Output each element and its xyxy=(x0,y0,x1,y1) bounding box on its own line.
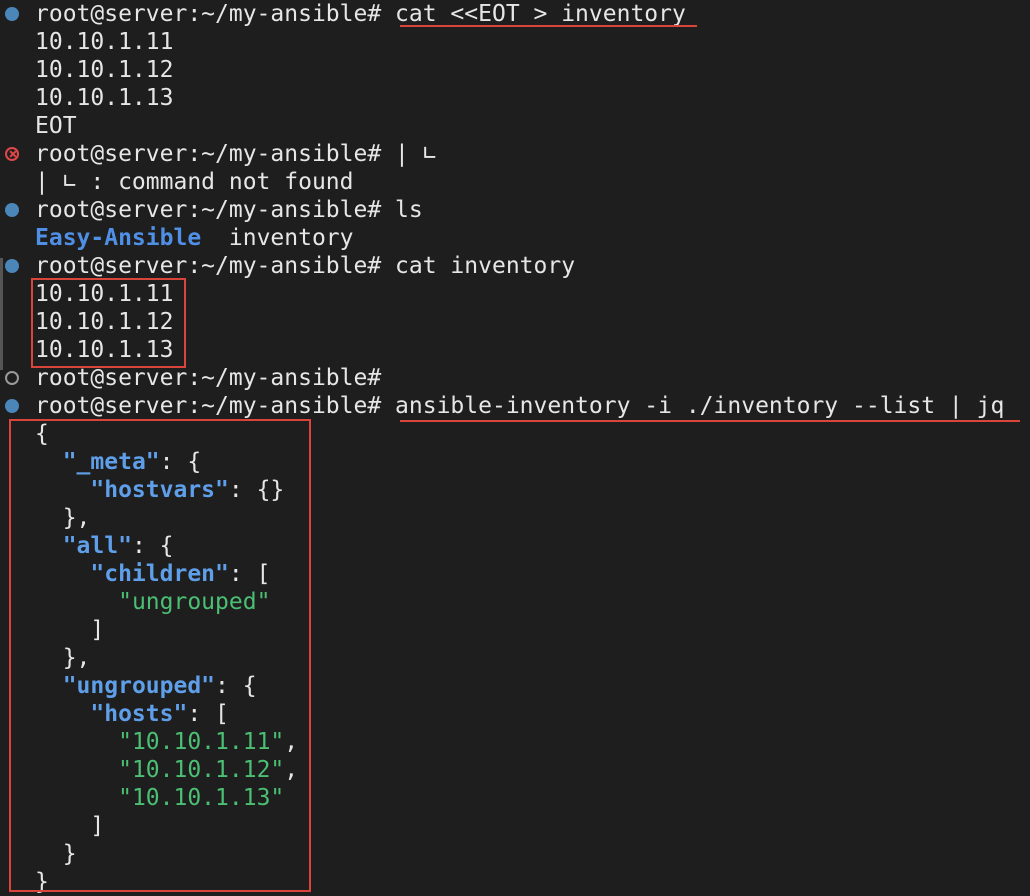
output-text: 10.10.1.13 xyxy=(35,85,174,111)
terminal-line: root@server:~/my-ansible# cat <<EOT > in… xyxy=(0,0,686,28)
output-text: 10.10.1.11 xyxy=(35,29,174,55)
output-line: Easy-Ansible inventory xyxy=(0,224,354,252)
highlight-underline xyxy=(400,420,1020,422)
prompt: root@server:~/my-ansible# xyxy=(35,1,382,27)
highlight-box xyxy=(31,278,186,368)
command-text: | ∟ xyxy=(395,141,437,167)
directory-name: Easy-Ansible xyxy=(35,225,202,251)
command-text: ls xyxy=(395,197,423,223)
highlight-underline xyxy=(400,25,697,27)
prompt: root@server:~/my-ansible# xyxy=(35,253,382,279)
prompt: root@server:~/my-ansible# xyxy=(35,393,382,419)
command-status-success-icon[interactable] xyxy=(5,7,19,21)
output-text: 10.10.1.12 xyxy=(35,57,174,83)
command-status-success-icon[interactable] xyxy=(5,259,19,273)
highlight-box xyxy=(9,419,311,892)
file-name: inventory xyxy=(228,225,354,251)
command-text: ansible-inventory -i ./inventory --list … xyxy=(395,393,1005,419)
command-status-error-icon[interactable] xyxy=(5,147,19,161)
terminal-line: root@server:~/my-ansible# cat inventory xyxy=(0,252,575,280)
prompt: root@server:~/my-ansible# xyxy=(35,365,382,391)
terminal-line: root@server:~/my-ansible# ls xyxy=(0,196,423,224)
command-text: cat inventory xyxy=(395,253,576,279)
command-status-success-icon[interactable] xyxy=(5,203,19,217)
command-status-success-icon[interactable] xyxy=(5,399,19,413)
terminal-line: root@server:~/my-ansible# xyxy=(0,364,381,392)
command-status-pending-icon[interactable] xyxy=(5,371,19,385)
output-text: EOT xyxy=(35,113,77,139)
prompt: root@server:~/my-ansible# xyxy=(35,141,382,167)
error-output-text: | ∟ : command not found xyxy=(35,169,354,195)
terminal-line: root@server:~/my-ansible# | ∟ xyxy=(0,140,437,168)
prompt: root@server:~/my-ansible# xyxy=(35,197,382,223)
terminal-line: root@server:~/my-ansible# ansible-invent… xyxy=(0,392,1004,420)
command-text: cat <<EOT > inventory xyxy=(395,1,686,27)
